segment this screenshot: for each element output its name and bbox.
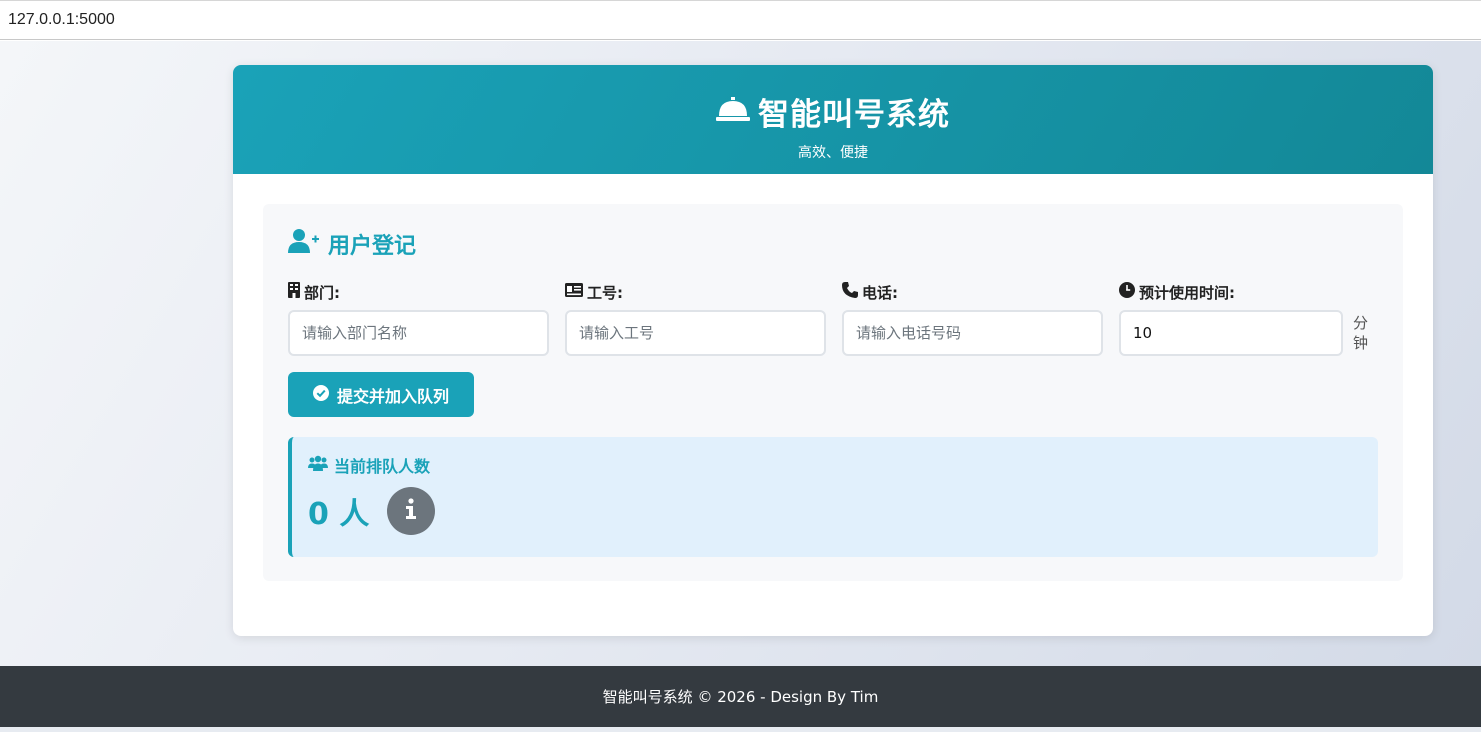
time-unit: 分钟 xyxy=(1353,314,1369,352)
time-label: 预计使用时间: xyxy=(1119,282,1378,302)
footer-text: 智能叫号系统 © 2026 - Design By Tim xyxy=(602,688,879,706)
time-field-group: 预计使用时间: 分钟 xyxy=(1119,282,1378,356)
time-input[interactable] xyxy=(1119,310,1343,356)
queue-status-panel: 当前排队人数 0 人 xyxy=(288,437,1378,557)
employee-id-label: 工号: xyxy=(565,282,826,302)
user-plus-icon xyxy=(288,228,320,260)
id-card-icon xyxy=(565,283,583,301)
app-title: 智能叫号系统 xyxy=(758,97,950,133)
phone-input[interactable] xyxy=(842,310,1103,356)
register-title: 用户登记 xyxy=(288,228,1378,260)
register-fields: 部门: 请输入部门名称 工号: 请输入工号 电话: 请输入电话号码 预计使用时间… xyxy=(288,282,1378,356)
department-input[interactable] xyxy=(288,310,549,356)
department-label: 部门: xyxy=(288,282,549,302)
register-title-text: 用户登记 xyxy=(328,234,417,259)
register-section: 用户登记 部门: 请输入部门名称 工号: 请输入工号 电话: 请输入电话号码 预… xyxy=(263,204,1403,581)
employee-id-input[interactable] xyxy=(565,310,826,356)
users-icon xyxy=(308,455,328,475)
card-header: 智能叫号系统 高效、便捷 xyxy=(233,65,1433,174)
queue-count: 0 人 xyxy=(308,497,370,532)
check-circle-icon xyxy=(312,384,329,405)
info-icon xyxy=(403,498,419,524)
employee-id-field-group: 工号: xyxy=(565,282,826,356)
clock-icon xyxy=(1119,282,1135,302)
browser-address-bar[interactable]: 127.0.0.1:5000 xyxy=(0,0,1481,40)
app-subtitle: 高效、便捷 xyxy=(798,145,868,161)
phone-label-text: 电话: xyxy=(862,283,898,302)
employee-id-label-text: 工号: xyxy=(587,283,623,302)
queue-title: 当前排队人数 xyxy=(308,453,1362,477)
phone-field-group: 电话: xyxy=(842,282,1103,356)
department-field-group: 部门: xyxy=(288,282,549,356)
building-icon xyxy=(288,282,300,302)
time-label-text: 预计使用时间: xyxy=(1139,283,1235,302)
bottom-strip xyxy=(0,727,1481,732)
bell-icon xyxy=(716,96,750,127)
url-text[interactable]: 127.0.0.1:5000 xyxy=(8,11,115,29)
phone-label: 电话: xyxy=(842,282,1103,302)
main-card: 智能叫号系统 高效、便捷 用户登记 部门: 请输入部门名称 工号: 请输入工号 … xyxy=(233,65,1433,636)
department-label-text: 部门: xyxy=(304,283,340,302)
page-footer: 智能叫号系统 © 2026 - Design By Tim xyxy=(0,666,1481,727)
queue-title-text: 当前排队人数 xyxy=(334,457,431,476)
page-background: 智能叫号系统 高效、便捷 用户登记 部门: 请输入部门名称 工号: 请输入工号 … xyxy=(0,41,1481,666)
submit-button[interactable]: 提交并加入队列 xyxy=(288,372,474,417)
phone-icon xyxy=(842,282,858,302)
info-button[interactable] xyxy=(387,487,436,535)
submit-button-label: 提交并加入队列 xyxy=(336,386,449,406)
